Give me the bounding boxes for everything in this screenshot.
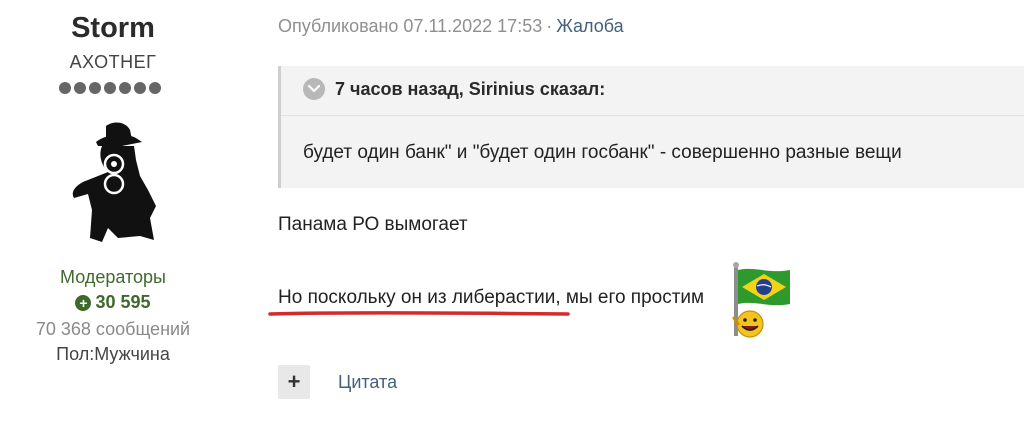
rank-pip xyxy=(149,82,161,94)
rank-pip xyxy=(134,82,146,94)
quote-header[interactable]: 7 часов назад, Sirinius сказал: xyxy=(303,78,605,100)
author-title: АХОТНЕГ xyxy=(69,52,157,72)
chevron-down-icon[interactable] xyxy=(303,78,325,100)
plus-circle-icon: + xyxy=(75,294,92,311)
brazil-flag-smiley-icon xyxy=(732,262,790,338)
rank-pip xyxy=(74,82,86,94)
post-paragraph-1: Панама РО вымогает xyxy=(278,214,468,235)
reputation-value: 30 595 xyxy=(95,292,151,312)
post-paragraph-2: Но поскольку он из либерастии, мы его пр… xyxy=(278,287,705,308)
author-gender: Пол:Мужчина xyxy=(56,344,170,364)
quote-button[interactable]: Цитата xyxy=(338,372,397,393)
meta-separator: · xyxy=(546,16,553,36)
quote-citation: 7 часов назад, Sirinius сказал: xyxy=(335,78,606,99)
multiquote-plus-button[interactable]: + xyxy=(278,365,310,399)
rank-pip xyxy=(104,82,116,94)
rank-pip xyxy=(119,82,131,94)
author-post-count: 70 368 сообщений xyxy=(35,319,191,339)
red-underline-annotation xyxy=(268,311,570,316)
rank-pip xyxy=(59,82,71,94)
author-group[interactable]: Модераторы xyxy=(0,267,226,288)
quote-text: будет один банк" и "будет один госбанк" … xyxy=(303,142,902,163)
author-name[interactable]: Storm xyxy=(0,12,226,45)
quote-block: 7 часов назад, Sirinius сказал: будет од… xyxy=(278,66,1024,188)
avatar[interactable] xyxy=(62,120,166,244)
quote-divider xyxy=(281,115,1024,116)
rank-pips xyxy=(59,82,161,94)
report-link[interactable]: Жалоба xyxy=(556,16,623,36)
rank-pip xyxy=(89,82,101,94)
post-date[interactable]: Опубликовано 07.11.2022 17:53 xyxy=(278,16,542,36)
author-reputation: + 30 595 xyxy=(0,292,226,313)
post-meta: Опубликовано 07.11.2022 17:53 · Жалоба xyxy=(278,16,624,37)
